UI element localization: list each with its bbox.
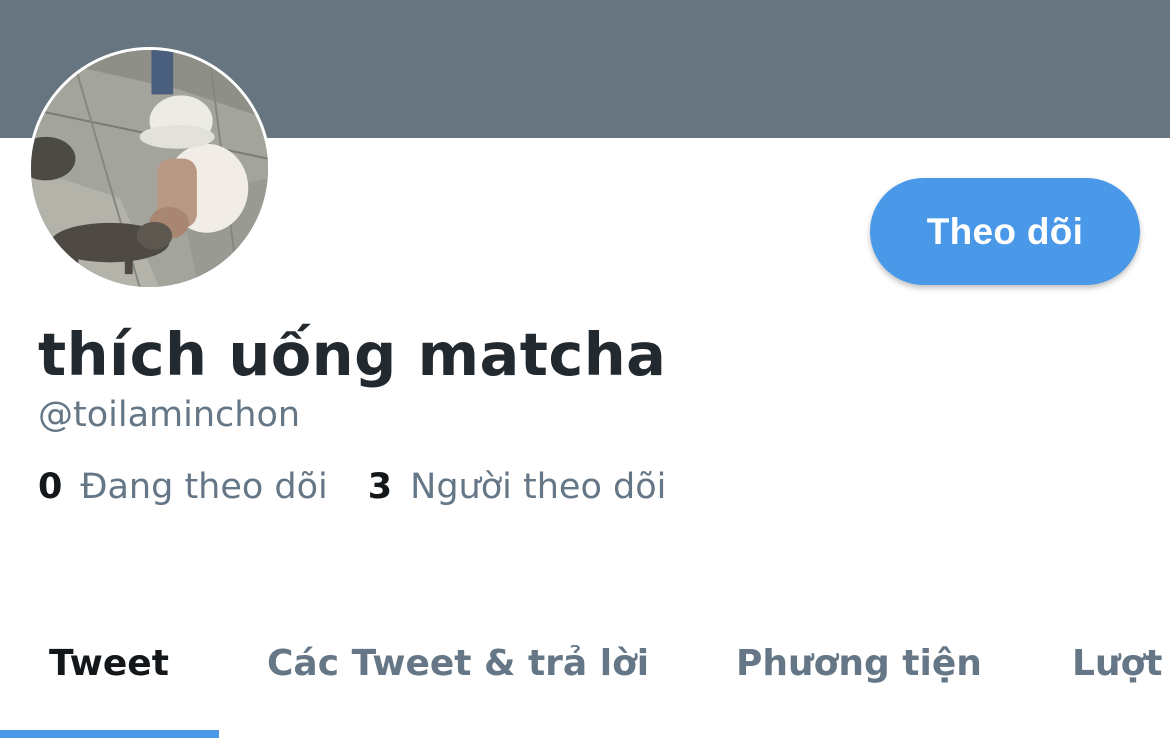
- profile-display-name: thích uống matcha: [38, 320, 667, 389]
- active-tab-indicator: [0, 730, 219, 738]
- profile-avatar[interactable]: [28, 47, 271, 290]
- follow-button[interactable]: Theo dõi: [870, 178, 1140, 285]
- tab-media-label: Phương tiện: [736, 643, 982, 684]
- following-stat-link[interactable]: 0 Đang theo dõi: [38, 467, 328, 507]
- tab-tweets[interactable]: Tweet: [49, 618, 219, 742]
- profile-page: Theo dõi thích uống matcha @toilaminchon…: [0, 0, 1170, 742]
- avatar-photo: [31, 50, 268, 287]
- following-count: 0: [38, 467, 63, 507]
- tab-media[interactable]: Phương tiện: [736, 618, 986, 742]
- tab-tweets-label: Tweet: [49, 643, 169, 684]
- profile-tabs: Tweet Các Tweet & trả lời Phương tiện Lư…: [0, 618, 1170, 742]
- followers-stat-link[interactable]: 3 Người theo dõi: [368, 467, 667, 507]
- tab-tweets-and-replies[interactable]: Các Tweet & trả lời: [267, 618, 650, 742]
- tab-likes-label: Lượt: [1072, 643, 1163, 684]
- profile-stats: 0 Đang theo dõi 3 Người theo dõi: [38, 467, 706, 507]
- tab-tweets-and-replies-label: Các Tweet & trả lời: [267, 643, 650, 684]
- following-label: Đang theo dõi: [80, 467, 328, 507]
- profile-handle: @toilaminchon: [38, 395, 301, 435]
- followers-label: Người theo dõi: [410, 467, 667, 507]
- followers-count: 3: [367, 467, 393, 507]
- tab-likes[interactable]: Lượt: [1072, 618, 1170, 742]
